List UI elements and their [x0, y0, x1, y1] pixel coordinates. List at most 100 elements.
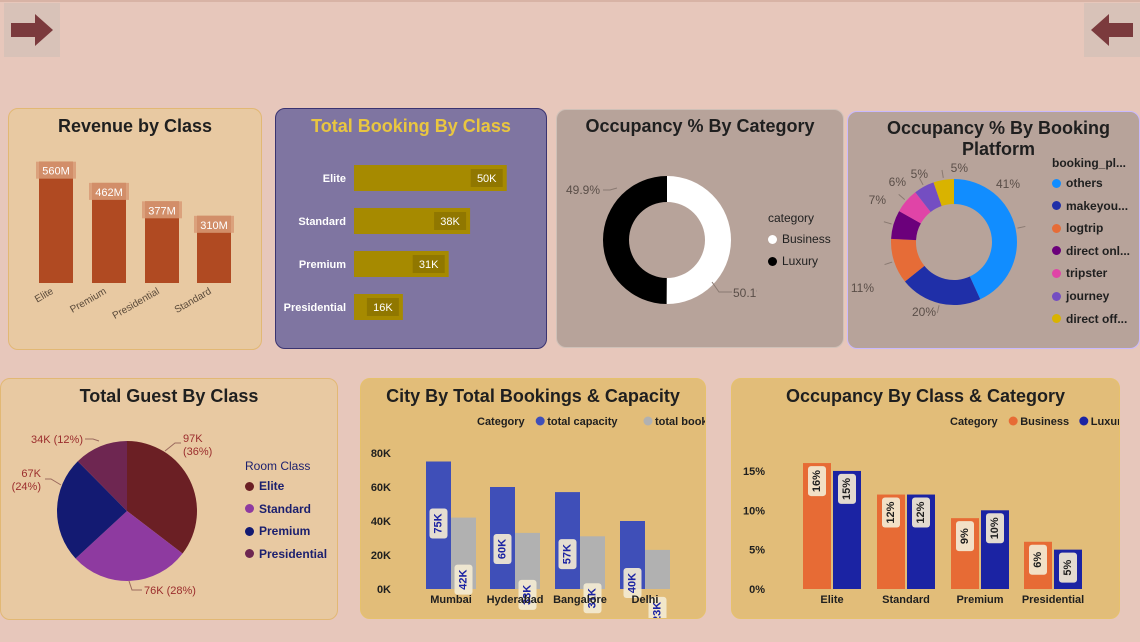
occ-platform-data-label: 5% — [951, 161, 969, 175]
occupancy-class-card: Occupancy By Class & Category 0% 5% 10% 15%… — [731, 378, 1120, 619]
legend-label: journey — [1066, 289, 1110, 303]
guest-leader — [128, 580, 142, 591]
revenue-category-label: Elite — [33, 286, 56, 305]
revenue-category-label: Premium — [68, 286, 108, 316]
legend-item-journey[interactable]: journey — [1052, 289, 1109, 303]
city-bar-delhi-total-booking — [645, 549, 670, 589]
booking-category-label: Premium — [299, 259, 346, 271]
occ-platform-legend-title: booking_pl... — [1052, 156, 1126, 170]
arrow-left-icon — [1091, 14, 1133, 46]
booking-data-label: 50K — [477, 173, 497, 185]
occ-class-legend-item: Business — [1020, 416, 1069, 428]
forward-nav-button[interactable] — [1084, 3, 1140, 57]
occ-cat-data-label: 49.9% — [566, 183, 600, 197]
legend-label: direct off... — [1066, 311, 1128, 326]
city-category-label: Hyderabad — [487, 594, 544, 606]
revenue-data-label: 377M — [148, 205, 176, 217]
legend-dot — [245, 504, 254, 514]
city-ytick: 60K — [371, 482, 391, 494]
city-legend-title: Category — [477, 416, 526, 428]
occ-platform-data-label: 6% — [889, 175, 907, 189]
legend-dot — [768, 256, 777, 266]
legend-item-standard[interactable]: Standard — [245, 502, 311, 516]
occ-class-legend-item: Luxury — [1091, 416, 1120, 428]
booking-chart: Elite 50K Standard 38K Premium 31K Presidentia… — [284, 165, 507, 320]
booking-category-label: Standard — [298, 216, 346, 228]
legend-dot — [1052, 291, 1061, 301]
revenue-data-label: 560M — [42, 166, 70, 178]
legend-dot — [1052, 268, 1061, 278]
legend-item-direct-onl[interactable]: direct onl... — [1052, 244, 1130, 258]
city-legend-dot — [535, 416, 545, 426]
occ-cat-slice-luxury — [603, 176, 667, 304]
occ-cat-leader — [711, 281, 732, 293]
legend-dot — [1052, 178, 1061, 188]
occ-cat-legend-title: category — [768, 211, 815, 225]
city-ytick: 40K — [371, 516, 391, 528]
occ-cat-data-label: 50.1% — [733, 286, 757, 300]
legend-dot — [768, 234, 777, 244]
guest-data-label: 97K — [183, 433, 203, 445]
revenue-category-label: Standard — [173, 286, 214, 316]
legend-item-business[interactable]: Business — [768, 232, 831, 246]
legend-item-others[interactable]: others — [1052, 176, 1103, 190]
occ-class-category-label: Premium — [956, 594, 1003, 606]
guest-leader — [164, 442, 181, 452]
booking-category-label: Presidential — [284, 302, 346, 314]
legend-label: Elite — [259, 479, 285, 493]
guest-data-label: 76K (28%) — [144, 585, 196, 597]
revenue-data-label: 462M — [95, 187, 123, 199]
city-category-label: Delhi — [632, 594, 659, 606]
legend-item-tripster[interactable]: tripster — [1052, 266, 1107, 280]
arrow-right-icon — [11, 14, 53, 46]
legend-dot — [245, 549, 254, 559]
legend-label: Standard — [259, 501, 312, 516]
city-data-label: 42K — [457, 569, 469, 589]
occ-platform-data-label: 5% — [911, 167, 929, 181]
guest-leader — [85, 438, 100, 442]
occ-platform-data-label: 41% — [996, 177, 1020, 191]
legend-item-makeyou[interactable]: makeyou... — [1052, 199, 1128, 213]
legend-dot — [245, 526, 254, 536]
legend-item-presidential[interactable]: Presidential — [245, 547, 327, 561]
occupancy-platform-card: Occupancy % By Booking Platform 41% 20% 11… — [847, 111, 1140, 349]
legend-item-luxury[interactable]: Luxury — [768, 254, 818, 268]
occ-class-data-label: 12% — [885, 501, 897, 523]
legend-item-elite[interactable]: Elite — [245, 479, 284, 493]
city-legend-dot — [643, 416, 653, 426]
occ-class-data-label: 16% — [811, 470, 823, 492]
legend-label: Luxury — [782, 254, 819, 268]
legend-item-direct-off[interactable]: direct off... — [1052, 312, 1127, 326]
back-nav-button[interactable] — [4, 3, 60, 57]
booking-category-label: Elite — [323, 173, 346, 185]
legend-dot — [1052, 201, 1061, 211]
occ-platform-leader — [883, 221, 892, 225]
occ-class-legend-dot — [1079, 416, 1089, 426]
occ-platform-leader — [936, 305, 940, 314]
occ-platform-leader — [898, 193, 906, 200]
top-border — [0, 0, 1140, 2]
occ-cat-slice-business — [666, 176, 732, 304]
occ-class-data-label: 15% — [841, 478, 853, 500]
legend-item-premium[interactable]: Premium — [245, 524, 310, 538]
city-data-label: 57K — [561, 544, 573, 564]
city-chart: 0K20K40K60K80K75K42KMumbai60K33KHyderaba… — [371, 416, 705, 618]
legend-label: others — [1066, 176, 1103, 190]
city-category-label: Mumbai — [430, 594, 472, 606]
guest-legend-title: Room Class — [245, 459, 311, 473]
revenue-chart: 560M Elite 462M Premium 377M Presidential 310M… — [33, 161, 234, 322]
city-ytick: 80K — [371, 448, 391, 460]
legend-label: Presidential — [259, 546, 328, 561]
guest-data-label: (24%) — [12, 481, 41, 493]
occ-platform-leader — [884, 261, 893, 266]
revenue-data-label: 310M — [200, 220, 228, 232]
occ-class-ytick: 15% — [743, 466, 765, 478]
legend-item-logtrip[interactable]: logtrip — [1052, 221, 1103, 235]
booking-data-label: 16K — [373, 302, 393, 314]
guest-data-label: 34K (12%) — [31, 434, 83, 446]
city-bookings-card: City By Total Bookings & Capacity 0K 20K 4… — [360, 378, 706, 619]
legend-label: Premium — [259, 524, 311, 539]
occ-class-data-label: 12% — [915, 501, 927, 523]
occ-class-ytick: 0% — [749, 584, 765, 596]
guest-data-label: (36%) — [183, 446, 212, 458]
